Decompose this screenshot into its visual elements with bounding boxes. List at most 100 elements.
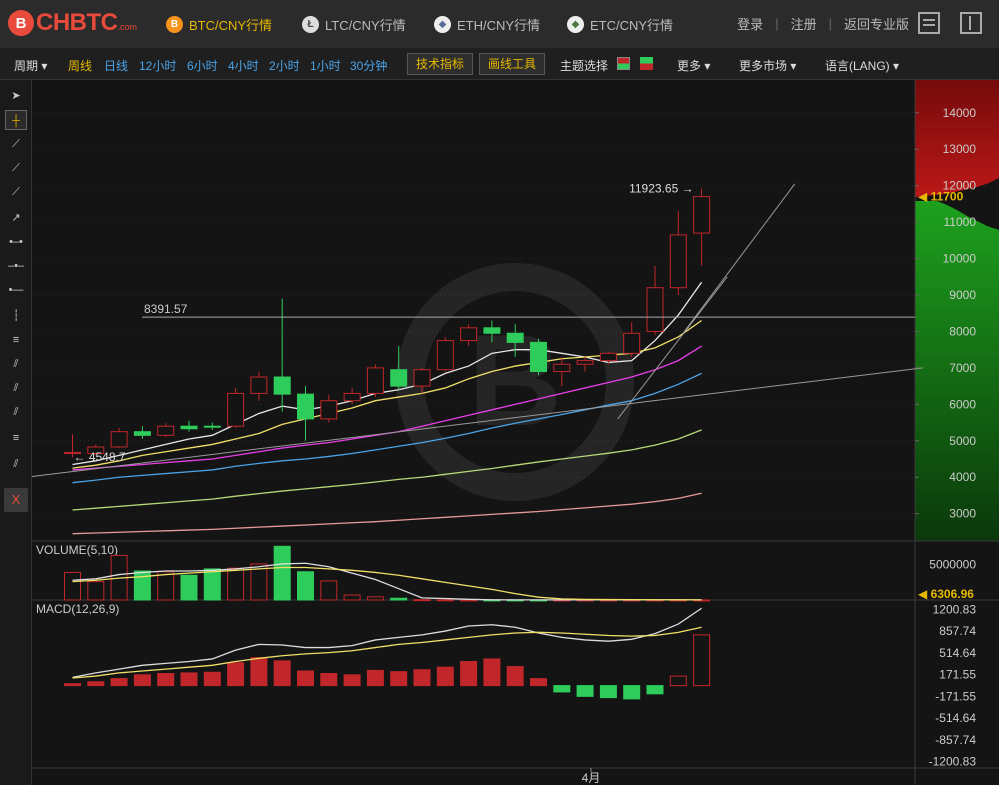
candle-body bbox=[250, 376, 268, 394]
period-menu[interactable]: 周期 ▾ bbox=[14, 57, 47, 74]
candle-body bbox=[483, 327, 501, 334]
parallel-channel-icon[interactable]: ⫽ bbox=[5, 354, 27, 374]
horizontal-segment-icon[interactable]: •–• bbox=[5, 232, 27, 252]
line-segment-icon[interactable]: ⟋ bbox=[5, 134, 27, 154]
candle-body bbox=[180, 425, 198, 430]
candle bbox=[436, 336, 454, 372]
market-tab-btc[interactable]: B BTC/CNY行情 bbox=[166, 14, 272, 34]
volume-bar bbox=[227, 567, 245, 601]
chevron-down-icon: ▾ bbox=[41, 59, 48, 73]
candle-body bbox=[669, 234, 687, 289]
account-links: 登录 | 注册 | 返回专业版 bbox=[737, 14, 909, 33]
interval-weekly[interactable]: 周线 bbox=[68, 57, 92, 74]
macd-tick-label: -857.74 bbox=[935, 733, 976, 747]
fibonacci-fan-icon[interactable]: ≡ bbox=[5, 428, 27, 448]
crosshair-icon[interactable]: ┼ bbox=[5, 110, 27, 130]
pro-version-link[interactable]: 返回专业版 bbox=[844, 14, 909, 33]
more-menu[interactable]: 更多 ▾ bbox=[677, 57, 710, 74]
price-line-icon[interactable]: ≡ bbox=[5, 330, 27, 350]
macd-histogram-bar bbox=[693, 634, 711, 687]
interval-12h[interactable]: 12小时 bbox=[139, 57, 176, 74]
market-tab-ltc[interactable]: Ł LTC/CNY行情 bbox=[302, 14, 406, 34]
macd-histogram-bar bbox=[390, 671, 408, 687]
price-tick-label: 3000 bbox=[949, 507, 976, 521]
more-markets-menu[interactable]: 更多市场 ▾ bbox=[739, 57, 796, 74]
volume-bar bbox=[413, 599, 431, 602]
volume-bar bbox=[320, 580, 338, 601]
theme-swatch-green-red[interactable] bbox=[640, 57, 653, 70]
macd-tick-label: 514.64 bbox=[939, 646, 976, 660]
interval-2h[interactable]: 2小时 bbox=[269, 57, 300, 74]
interval-6h[interactable]: 6小时 bbox=[187, 57, 218, 74]
volume-bar bbox=[366, 596, 384, 601]
macd-histogram-bar bbox=[506, 666, 524, 687]
language-menu[interactable]: 语言(LANG) ▾ bbox=[825, 57, 899, 74]
candle-body bbox=[436, 340, 454, 371]
chbtc-chart-app: B CHBTC .com B BTC/CNY行情 Ł LTC/CNY行情 ◆ E… bbox=[0, 0, 999, 785]
market-tab-etc[interactable]: ◆ ETC/CNY行情 bbox=[567, 14, 673, 34]
candle-body bbox=[203, 425, 221, 428]
arrow-line-icon[interactable]: ↗ bbox=[5, 208, 27, 228]
fullscreen-icon[interactable] bbox=[918, 12, 940, 34]
candle-body bbox=[506, 332, 524, 343]
volume-bar bbox=[203, 568, 221, 601]
fibonacci-icon[interactable]: ⫽ bbox=[5, 402, 27, 422]
macd-tick-label: -1200.83 bbox=[929, 755, 977, 769]
chevron-down-icon: ▾ bbox=[893, 59, 900, 73]
volume-bar bbox=[273, 545, 291, 601]
horizontal-line-icon[interactable]: –•– bbox=[5, 256, 27, 276]
cursor-arrow-icon[interactable]: ➤ bbox=[5, 86, 27, 106]
delete-drawings-icon[interactable]: X bbox=[4, 488, 28, 512]
drawing-toolbar: ➤ ┼ ⟋ ⟋ ⟋ ↗ •–• –•– •— ┆ ≡ ⫽ ⫽ ⫽ ≡ ⫽ X bbox=[0, 80, 32, 785]
divider: | bbox=[828, 16, 832, 31]
trend-angle-icon[interactable]: ⫽ bbox=[5, 454, 27, 474]
macd-histogram-bar bbox=[64, 683, 81, 687]
volume-bar bbox=[157, 571, 175, 601]
reference-line-label: 8391.57 bbox=[144, 302, 188, 316]
candle bbox=[227, 387, 245, 429]
linear-regression-icon[interactable]: ⫽ bbox=[5, 378, 27, 398]
candle-body bbox=[343, 392, 361, 402]
period-label: 周期 bbox=[14, 59, 39, 73]
bitcoin-icon: B bbox=[166, 15, 183, 33]
candle-body bbox=[227, 392, 245, 427]
volume-bar bbox=[297, 571, 314, 601]
high-price-label: 11923.65 → bbox=[629, 181, 694, 195]
volume-bar bbox=[436, 599, 454, 602]
market-tab-eth[interactable]: ◆ ETH/CNY行情 bbox=[434, 14, 540, 34]
login-link[interactable]: 登录 bbox=[737, 14, 763, 33]
price-tick-label: 5000 bbox=[949, 434, 976, 448]
theme-swatch-red-green[interactable] bbox=[617, 57, 630, 70]
macd-histogram-bar bbox=[227, 662, 245, 687]
exit-icon[interactable] bbox=[960, 12, 982, 34]
ray-line-icon[interactable]: ⟋ bbox=[5, 158, 27, 178]
horizontal-ray-icon[interactable]: •— bbox=[5, 280, 27, 300]
interval-30m[interactable]: 30分钟 bbox=[350, 57, 387, 74]
draw-tools-button[interactable]: 画线工具 bbox=[479, 53, 546, 75]
price-chart[interactable]: B 11923.65 →← 4548.7 8391.57 30004000500… bbox=[32, 80, 999, 785]
more-label: 更多 bbox=[677, 59, 702, 73]
interval-4h[interactable]: 4小时 bbox=[228, 57, 259, 74]
interval-1h[interactable]: 1小时 bbox=[310, 57, 341, 74]
macd-tick-label: 857.74 bbox=[939, 624, 976, 638]
candle-body bbox=[460, 327, 478, 342]
logo-suffix: .com bbox=[117, 22, 138, 32]
macd-histogram-bar bbox=[250, 657, 268, 687]
candle bbox=[366, 364, 384, 398]
interval-daily[interactable]: 日线 bbox=[104, 57, 128, 74]
top-navigation-bar: B CHBTC .com B BTC/CNY行情 Ł LTC/CNY行情 ◆ E… bbox=[0, 0, 999, 48]
register-link[interactable]: 注册 bbox=[791, 14, 817, 33]
chbtc-logo[interactable]: B CHBTC .com bbox=[8, 8, 137, 38]
macd-histogram-bar bbox=[320, 673, 338, 687]
vertical-line-icon[interactable]: ┆ bbox=[5, 306, 27, 326]
macd-histogram-bar bbox=[646, 685, 664, 695]
macd-histogram-bar bbox=[110, 678, 128, 687]
time-axis: 4月 bbox=[582, 768, 600, 785]
candle-body bbox=[110, 431, 128, 448]
indicators-button[interactable]: 技术指标 bbox=[407, 53, 474, 75]
theme-select-label: 主题选择 bbox=[560, 59, 609, 73]
extended-line-icon[interactable]: ⟋ bbox=[5, 182, 27, 202]
macd-tick-label: 1200.83 bbox=[933, 602, 977, 616]
volume-bar bbox=[133, 570, 151, 601]
macd-tick-label: -514.64 bbox=[935, 711, 976, 725]
